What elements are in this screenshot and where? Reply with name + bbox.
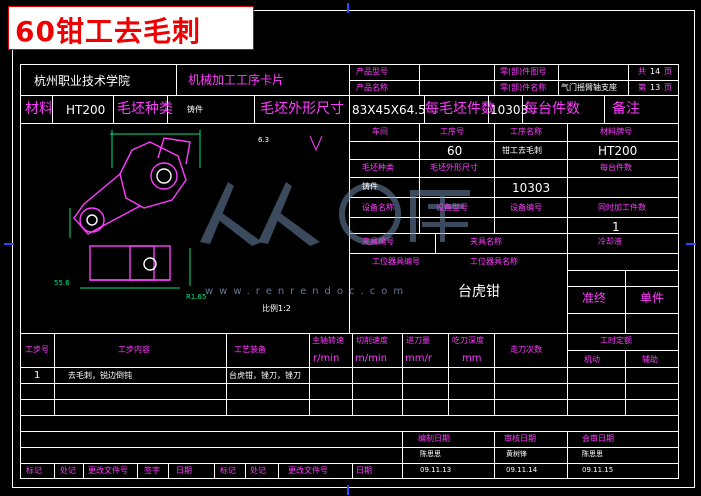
roughness-symbol: 6.3: [258, 136, 270, 144]
fixture-name-value: 台虎钳: [458, 284, 500, 300]
blank-type-label: 毛坯种类: [117, 101, 173, 117]
card-title: 机械加工工序卡片: [188, 73, 285, 87]
step-content-header: 工步内容: [118, 345, 150, 354]
product-model-label: 产品型号: [356, 67, 388, 76]
info-blank-type-value: 铸件: [362, 182, 378, 191]
station-tool-name-label: 工位器具名称: [470, 257, 518, 266]
station-tool-no-label: 工位器具编号: [372, 257, 420, 266]
part-name-value: 气门摇臂轴支座: [561, 83, 617, 92]
info-blank-type-label: 毛坯种类: [362, 163, 394, 172]
op-no-value: 60: [447, 144, 463, 158]
machine-time-header: 机动: [584, 355, 600, 364]
review-date: 09.11.14: [506, 466, 538, 474]
material-grade-value: HT200: [598, 144, 638, 158]
info-blank-size-label: 毛坯外形尺寸: [430, 163, 478, 172]
part-drawing-no-label: 零(部)件图号: [500, 67, 547, 76]
feed-unit: mm/r: [405, 353, 432, 364]
page-value: 13: [650, 83, 661, 92]
compile-date: 09.11.13: [420, 466, 452, 474]
step-no-header: 工步号: [25, 345, 49, 354]
step-1-content: 去毛刺，锐边倒钝: [68, 371, 132, 380]
dimension-a: 55.6: [54, 279, 70, 287]
spindle-speed-header: 主轴转速: [312, 336, 344, 345]
equipment-no-label: 设备编号: [510, 203, 542, 212]
spindle-unit: r/min: [313, 353, 340, 364]
total-unit: 页: [664, 67, 672, 76]
op-name-value: 钳工去毛刺: [502, 146, 542, 155]
scale-label: 比例1:2: [262, 304, 291, 313]
footer-change-doc: 更改文件号: [88, 466, 128, 475]
watermark-logo: [200, 182, 470, 246]
watermark-text: www.renrendoc.com: [205, 286, 410, 297]
time-quota-header: 工时定额: [600, 336, 632, 345]
total-value: 14: [650, 67, 661, 76]
footer-count-2: 处记: [250, 466, 266, 475]
material-grade-label: 材料牌号: [600, 127, 632, 136]
blank-count-value: 10303: [490, 103, 529, 117]
page-label: 第: [638, 83, 646, 92]
footer-mark: 标记: [26, 466, 42, 475]
equipment-model-label: 设备型号: [436, 203, 468, 212]
cut-unit: m/min: [355, 353, 387, 364]
fixture-name-label: 夹具名称: [470, 237, 502, 246]
product-name-label: 产品名称: [356, 83, 388, 92]
footer-mark-2: 标记: [220, 466, 236, 475]
review-name: 黄树锋: [506, 450, 527, 458]
per-unit-label: 每台件数: [524, 101, 580, 117]
info-per-unit-label: 每台件数: [600, 163, 632, 172]
footer-count: 处记: [60, 466, 76, 475]
remarks-label: 备注: [612, 101, 640, 117]
material-value: HT200: [66, 103, 106, 117]
step-1-no: 1: [34, 370, 41, 381]
simul-parts-value: 1: [612, 220, 620, 234]
feed-header: 进刀量: [406, 336, 430, 345]
footer-change-doc-2: 更改文件号: [288, 466, 328, 475]
countersign-name: 陈思思: [582, 450, 603, 458]
page-unit: 页: [664, 83, 672, 92]
dimension-b: R1.65: [186, 293, 207, 301]
coolant-label: 冷却液: [598, 237, 622, 246]
workshop-label: 车间: [372, 127, 388, 136]
fixture-no-label: 夹具编号: [362, 237, 394, 246]
countersign-date: 09.11.15: [582, 466, 614, 474]
footer-date-2: 日期: [356, 466, 372, 475]
passes-header: 走刀次数: [510, 345, 542, 354]
cut-speed-header: 切削速度: [356, 336, 388, 345]
compile-name: 陈思思: [420, 450, 441, 458]
op-name-label: 工序名称: [510, 127, 542, 136]
op-no-label: 工序号: [440, 127, 464, 136]
unit-time-label: 单件: [640, 291, 665, 305]
footer-sign: 签字: [144, 466, 160, 475]
blank-size-label: 毛坯外形尺寸: [260, 101, 344, 117]
blank-size-value: 83X45X64.5: [352, 103, 426, 117]
info-blank-count-value: 10303: [512, 181, 551, 195]
depth-header: 吃刀深度: [452, 336, 484, 345]
depth-unit: mm: [462, 353, 482, 364]
equipment-name-label: 设备名称: [362, 203, 394, 212]
school-name: 杭州职业技术学院: [34, 74, 131, 88]
step-1-equipment: 台虎钳，锉刀，锉刀: [229, 371, 301, 380]
aux-time-header: 辅助: [642, 355, 658, 364]
blank-count-label: 每毛坯件数: [425, 101, 495, 117]
countersign-date-label: 会审日期: [582, 434, 614, 443]
review-date-label: 审核日期: [504, 434, 536, 443]
simul-parts-label: 同时加工件数: [598, 203, 646, 212]
total-label: 共: [638, 67, 646, 76]
prep-time-label: 准终: [582, 291, 607, 305]
material-label: 材料: [25, 101, 53, 117]
blank-type-value: 铸件: [187, 105, 203, 114]
equipment-header: 工艺装备: [234, 345, 266, 354]
part-name-label: 零(部)件名称: [500, 83, 547, 92]
footer-date: 日期: [176, 466, 192, 475]
compile-date-label: 编制日期: [418, 434, 450, 443]
